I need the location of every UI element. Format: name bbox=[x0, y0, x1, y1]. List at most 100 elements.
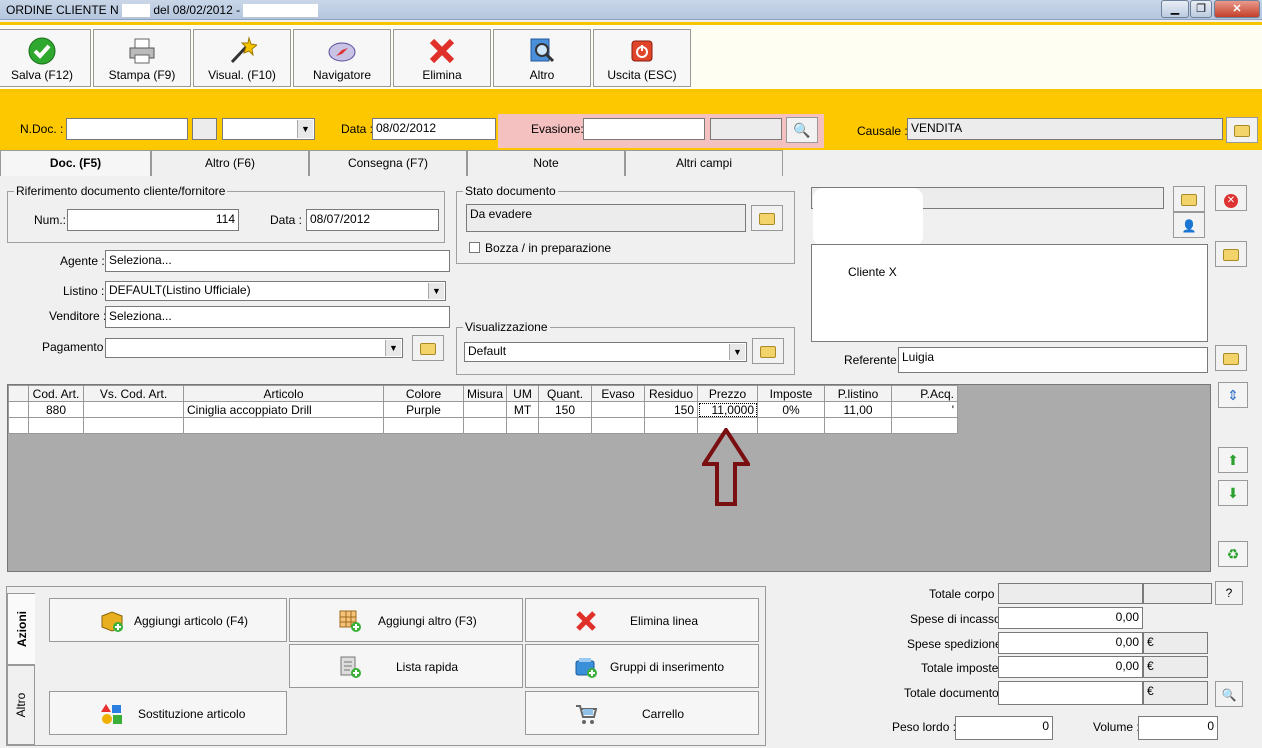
column-header[interactable]: P.Acq. bbox=[891, 385, 959, 402]
pagamento-folder-button[interactable] bbox=[412, 335, 444, 361]
maximize-button[interactable]: ❐ bbox=[1190, 0, 1212, 18]
table-cell[interactable] bbox=[8, 401, 29, 418]
address-folder-button[interactable] bbox=[1215, 241, 1247, 267]
add-other-button[interactable]: Aggiungi altro (F3) bbox=[289, 598, 523, 642]
column-header[interactable]: UM bbox=[506, 385, 540, 402]
save-button[interactable]: Salva (F12) bbox=[0, 29, 91, 87]
insert-groups-button[interactable]: Gruppi di inserimento bbox=[525, 644, 759, 688]
stato-field[interactable]: Da evadere bbox=[466, 204, 746, 232]
cliente-remove-button[interactable]: ✕ bbox=[1215, 185, 1247, 211]
table-cell[interactable] bbox=[83, 401, 184, 418]
volume-field[interactable]: 0 bbox=[1138, 716, 1218, 740]
column-header[interactable]: Prezzo bbox=[697, 385, 759, 402]
column-header[interactable]: Evaso bbox=[591, 385, 646, 402]
table-cell[interactable]: Ciniglia accoppiato Drill bbox=[183, 401, 384, 418]
ref-date-field[interactable]: 08/07/2012 bbox=[306, 209, 439, 231]
tab-note[interactable]: Note bbox=[467, 150, 625, 176]
minimize-button[interactable]: ▁ bbox=[1161, 0, 1189, 18]
table-cell[interactable] bbox=[506, 417, 540, 434]
vtab-azioni[interactable]: Azioni bbox=[7, 593, 35, 665]
column-header[interactable]: Colore bbox=[383, 385, 464, 402]
navigator-button[interactable]: Navigatore bbox=[293, 29, 391, 87]
close-window-button[interactable]: ✕ bbox=[1214, 0, 1260, 18]
table-row[interactable]: 880 Ciniglia accoppiato Drill Purple MT … bbox=[8, 401, 959, 418]
causale-field[interactable]: VENDITA bbox=[907, 118, 1223, 140]
table-cell[interactable] bbox=[757, 417, 826, 434]
num-field[interactable]: 114 bbox=[67, 209, 239, 231]
evasione-search-button[interactable]: 🔍 bbox=[786, 117, 818, 143]
delete-button[interactable]: Elimina bbox=[393, 29, 491, 87]
table-cell[interactable] bbox=[383, 417, 464, 434]
visualizzazione-folder-button[interactable] bbox=[752, 338, 784, 364]
table-row[interactable] bbox=[8, 417, 959, 434]
column-header[interactable]: Articolo bbox=[183, 385, 384, 402]
agente-field[interactable]: Seleziona... bbox=[105, 250, 450, 272]
venditore-field[interactable]: Seleziona... bbox=[105, 306, 450, 328]
table-cell[interactable] bbox=[591, 401, 646, 418]
table-cell[interactable] bbox=[183, 417, 384, 434]
help-button[interactable]: ? bbox=[1215, 581, 1243, 605]
visualizzazione-select[interactable]: Default ▼ bbox=[464, 342, 747, 362]
table-cell[interactable]: 150 bbox=[644, 401, 699, 418]
ndoc-suffix-field[interactable] bbox=[192, 118, 217, 140]
table-cell[interactable]: MT bbox=[506, 401, 540, 418]
cart-button[interactable]: Carrello bbox=[525, 691, 759, 735]
totale-documento-search-button[interactable]: 🔍 bbox=[1215, 681, 1243, 707]
more-button[interactable]: Altro bbox=[493, 29, 591, 87]
exit-button[interactable]: Uscita (ESC) bbox=[593, 29, 691, 87]
move-up-button[interactable]: ⬆ bbox=[1218, 447, 1248, 473]
tab-consegna[interactable]: Consegna (F7) bbox=[309, 150, 467, 176]
referente-field[interactable]: Luigia bbox=[898, 347, 1208, 373]
spese-incasso-field[interactable]: 0,00 bbox=[998, 607, 1143, 629]
peso-lordo-field[interactable]: 0 bbox=[955, 716, 1053, 740]
table-cell[interactable] bbox=[83, 417, 184, 434]
table-cell[interactable]: 150 bbox=[538, 401, 593, 418]
referente-folder-button[interactable] bbox=[1215, 345, 1247, 371]
replace-article-button[interactable]: Sostituzione articolo bbox=[49, 691, 287, 735]
table-cell[interactable] bbox=[462, 417, 508, 434]
column-header[interactable]: Vs. Cod. Art. bbox=[83, 385, 184, 402]
column-header[interactable]: Residuo bbox=[644, 385, 699, 402]
pagamento-select[interactable]: ▼ bbox=[105, 338, 403, 358]
table-cell[interactable]: Purple bbox=[383, 401, 464, 418]
tab-altro[interactable]: Altro (F6) bbox=[151, 150, 309, 176]
refresh-button[interactable]: ♻ bbox=[1218, 541, 1248, 567]
evasione-field[interactable] bbox=[583, 118, 705, 140]
table-cell[interactable] bbox=[8, 417, 29, 434]
column-header[interactable]: Cod. Art. bbox=[28, 385, 84, 402]
stato-folder-button[interactable] bbox=[751, 205, 783, 231]
table-cell[interactable] bbox=[891, 417, 959, 434]
table-cell[interactable]: 0% bbox=[757, 401, 826, 418]
column-header[interactable]: Quant. bbox=[538, 385, 593, 402]
table-cell[interactable] bbox=[644, 417, 699, 434]
ndoc-series-select[interactable]: ▼ bbox=[222, 118, 315, 140]
bozza-checkbox[interactable] bbox=[469, 242, 480, 253]
tab-doc[interactable]: Doc. (F5) bbox=[0, 150, 151, 176]
table-cell[interactable] bbox=[538, 417, 593, 434]
table-cell[interactable]: 880 bbox=[28, 401, 84, 418]
vtab-altro[interactable]: Altro bbox=[7, 665, 35, 745]
cliente-folder-button[interactable] bbox=[1173, 186, 1205, 212]
table-cell-prezzo[interactable]: 11,0000 bbox=[697, 401, 759, 418]
listino-select[interactable]: DEFAULT(Listino Ufficiale) ▼ bbox=[105, 281, 446, 301]
date-field[interactable]: 08/02/2012 bbox=[372, 118, 496, 140]
quick-list-button[interactable]: Lista rapida bbox=[289, 644, 523, 688]
column-header[interactable]: Imposte bbox=[757, 385, 826, 402]
table-cell[interactable] bbox=[462, 401, 508, 418]
evasione-extra-field[interactable] bbox=[710, 118, 782, 140]
column-header[interactable] bbox=[8, 385, 29, 402]
cliente-user-button[interactable]: 👤 bbox=[1173, 212, 1205, 238]
table-cell[interactable] bbox=[824, 417, 893, 434]
tab-altri-campi[interactable]: Altri campi bbox=[625, 150, 783, 176]
add-article-button[interactable]: Aggiungi articolo (F4) bbox=[49, 598, 287, 642]
cliente-address-field[interactable]: Cliente X bbox=[811, 244, 1208, 342]
sort-button[interactable]: ⇕ bbox=[1218, 382, 1248, 408]
table-cell[interactable] bbox=[28, 417, 84, 434]
causale-folder-button[interactable] bbox=[1226, 117, 1258, 143]
table-cell[interactable]: ' bbox=[891, 401, 959, 418]
spese-spedizione-field[interactable]: 0,00 bbox=[998, 632, 1143, 654]
table-cell[interactable] bbox=[591, 417, 646, 434]
preview-button[interactable]: Visual. (F10) bbox=[193, 29, 291, 87]
print-button[interactable]: Stampa (F9) bbox=[93, 29, 191, 87]
delete-line-button[interactable]: Elimina linea bbox=[525, 598, 759, 642]
